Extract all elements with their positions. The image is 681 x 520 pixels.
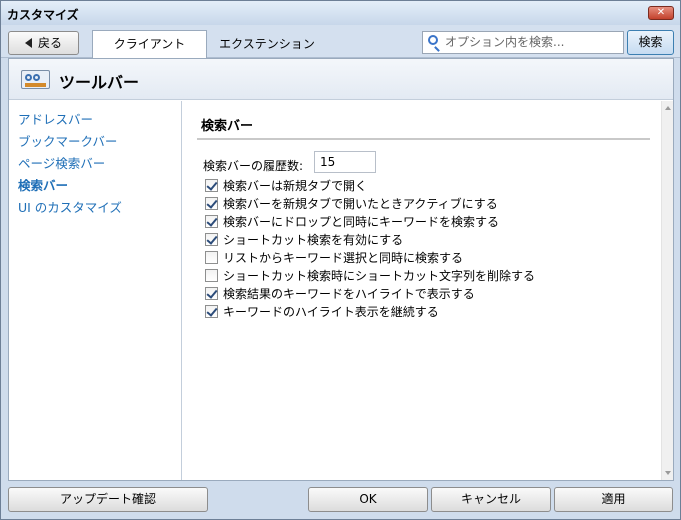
checkbox[interactable]	[205, 287, 218, 300]
customize-window: カスタマイズ ✕ 戻る クライアント エクステンション オプション内を検索...…	[0, 0, 681, 520]
check-update-button[interactable]: アップデート確認	[8, 487, 208, 512]
checkbox-label: 検索バーは新規タブで開く	[223, 179, 368, 193]
checkbox[interactable]	[205, 215, 218, 228]
ok-button[interactable]: OK	[308, 487, 428, 512]
sidebar-item-address-bar[interactable]: アドレスバー	[18, 109, 93, 128]
history-count-input[interactable]: 15	[314, 151, 376, 173]
title-bar: カスタマイズ ✕	[1, 1, 680, 25]
cancel-button[interactable]: キャンセル	[431, 487, 551, 512]
scroll-down-icon[interactable]	[665, 471, 671, 475]
search-icon	[428, 35, 438, 45]
history-count-label: 検索バーの履歴数:	[203, 159, 304, 173]
section-title: 検索バー	[201, 119, 254, 134]
top-toolbar: 戻る クライアント エクステンション オプション内を検索... 検索	[1, 25, 680, 59]
checkbox-label: 検索バーにドロップと同時にキーワードを検索する	[223, 215, 500, 229]
checkbox-label: ショートカット検索を有効にする	[223, 233, 404, 247]
apply-button[interactable]: 適用	[554, 487, 673, 512]
vertical-scrollbar[interactable]	[661, 101, 673, 480]
checkbox-label: 検索結果のキーワードをハイライトで表示する	[223, 287, 475, 301]
panel-header: ツールバー	[9, 59, 673, 100]
tab-client[interactable]: クライアント	[92, 30, 207, 59]
search-placeholder: オプション内を検索...	[445, 35, 565, 49]
sidebar-item-bookmark-bar[interactable]: ブックマークバー	[18, 131, 117, 150]
section-divider	[197, 138, 650, 140]
toolbar-icon	[21, 70, 50, 89]
sidebar-item-ui-customize[interactable]: UI のカスタマイズ	[18, 197, 122, 216]
sidebar-item-search-bar[interactable]: 検索バー	[18, 175, 68, 194]
checkbox-label: ショートカット検索時にショートカット文字列を削除する	[223, 269, 536, 283]
checkbox[interactable]	[205, 305, 218, 318]
checkbox[interactable]	[205, 233, 218, 246]
close-button[interactable]: ✕	[648, 6, 674, 20]
checkbox[interactable]	[205, 197, 218, 210]
settings-panel: ツールバー アドレスバー ブックマークバー ページ検索バー 検索バー UI のカ…	[8, 58, 674, 481]
back-button[interactable]: 戻る	[8, 31, 79, 55]
sidebar-item-page-search-bar[interactable]: ページ検索バー	[18, 153, 105, 172]
checkbox-label: リストからキーワード選択と同時に検索する	[223, 251, 464, 265]
back-arrow-icon	[24, 38, 32, 48]
scroll-up-icon[interactable]	[665, 106, 671, 110]
checkbox[interactable]	[205, 269, 218, 282]
tab-extension[interactable]: エクステンション	[207, 31, 327, 58]
sidebar: アドレスバー ブックマークバー ページ検索バー 検索バー UI のカスタマイズ	[9, 101, 182, 480]
search-input[interactable]: オプション内を検索...	[422, 31, 624, 54]
checkbox-label: 検索バーを新規タブで開いたときアクティブにする	[223, 197, 498, 211]
back-button-label: 戻る	[37, 36, 62, 50]
checkbox[interactable]	[205, 179, 218, 192]
content-area: 検索バー 検索バーの履歴数: 15 検索バーは新規タブで開く 検索バーを新規タブ…	[183, 101, 661, 480]
search-button[interactable]: 検索	[627, 30, 674, 55]
page-title: ツールバー	[59, 73, 140, 92]
checkbox-label: キーワードのハイライト表示を継続する	[223, 305, 439, 319]
window-title: カスタマイズ	[7, 8, 79, 22]
checkbox[interactable]	[205, 251, 218, 264]
